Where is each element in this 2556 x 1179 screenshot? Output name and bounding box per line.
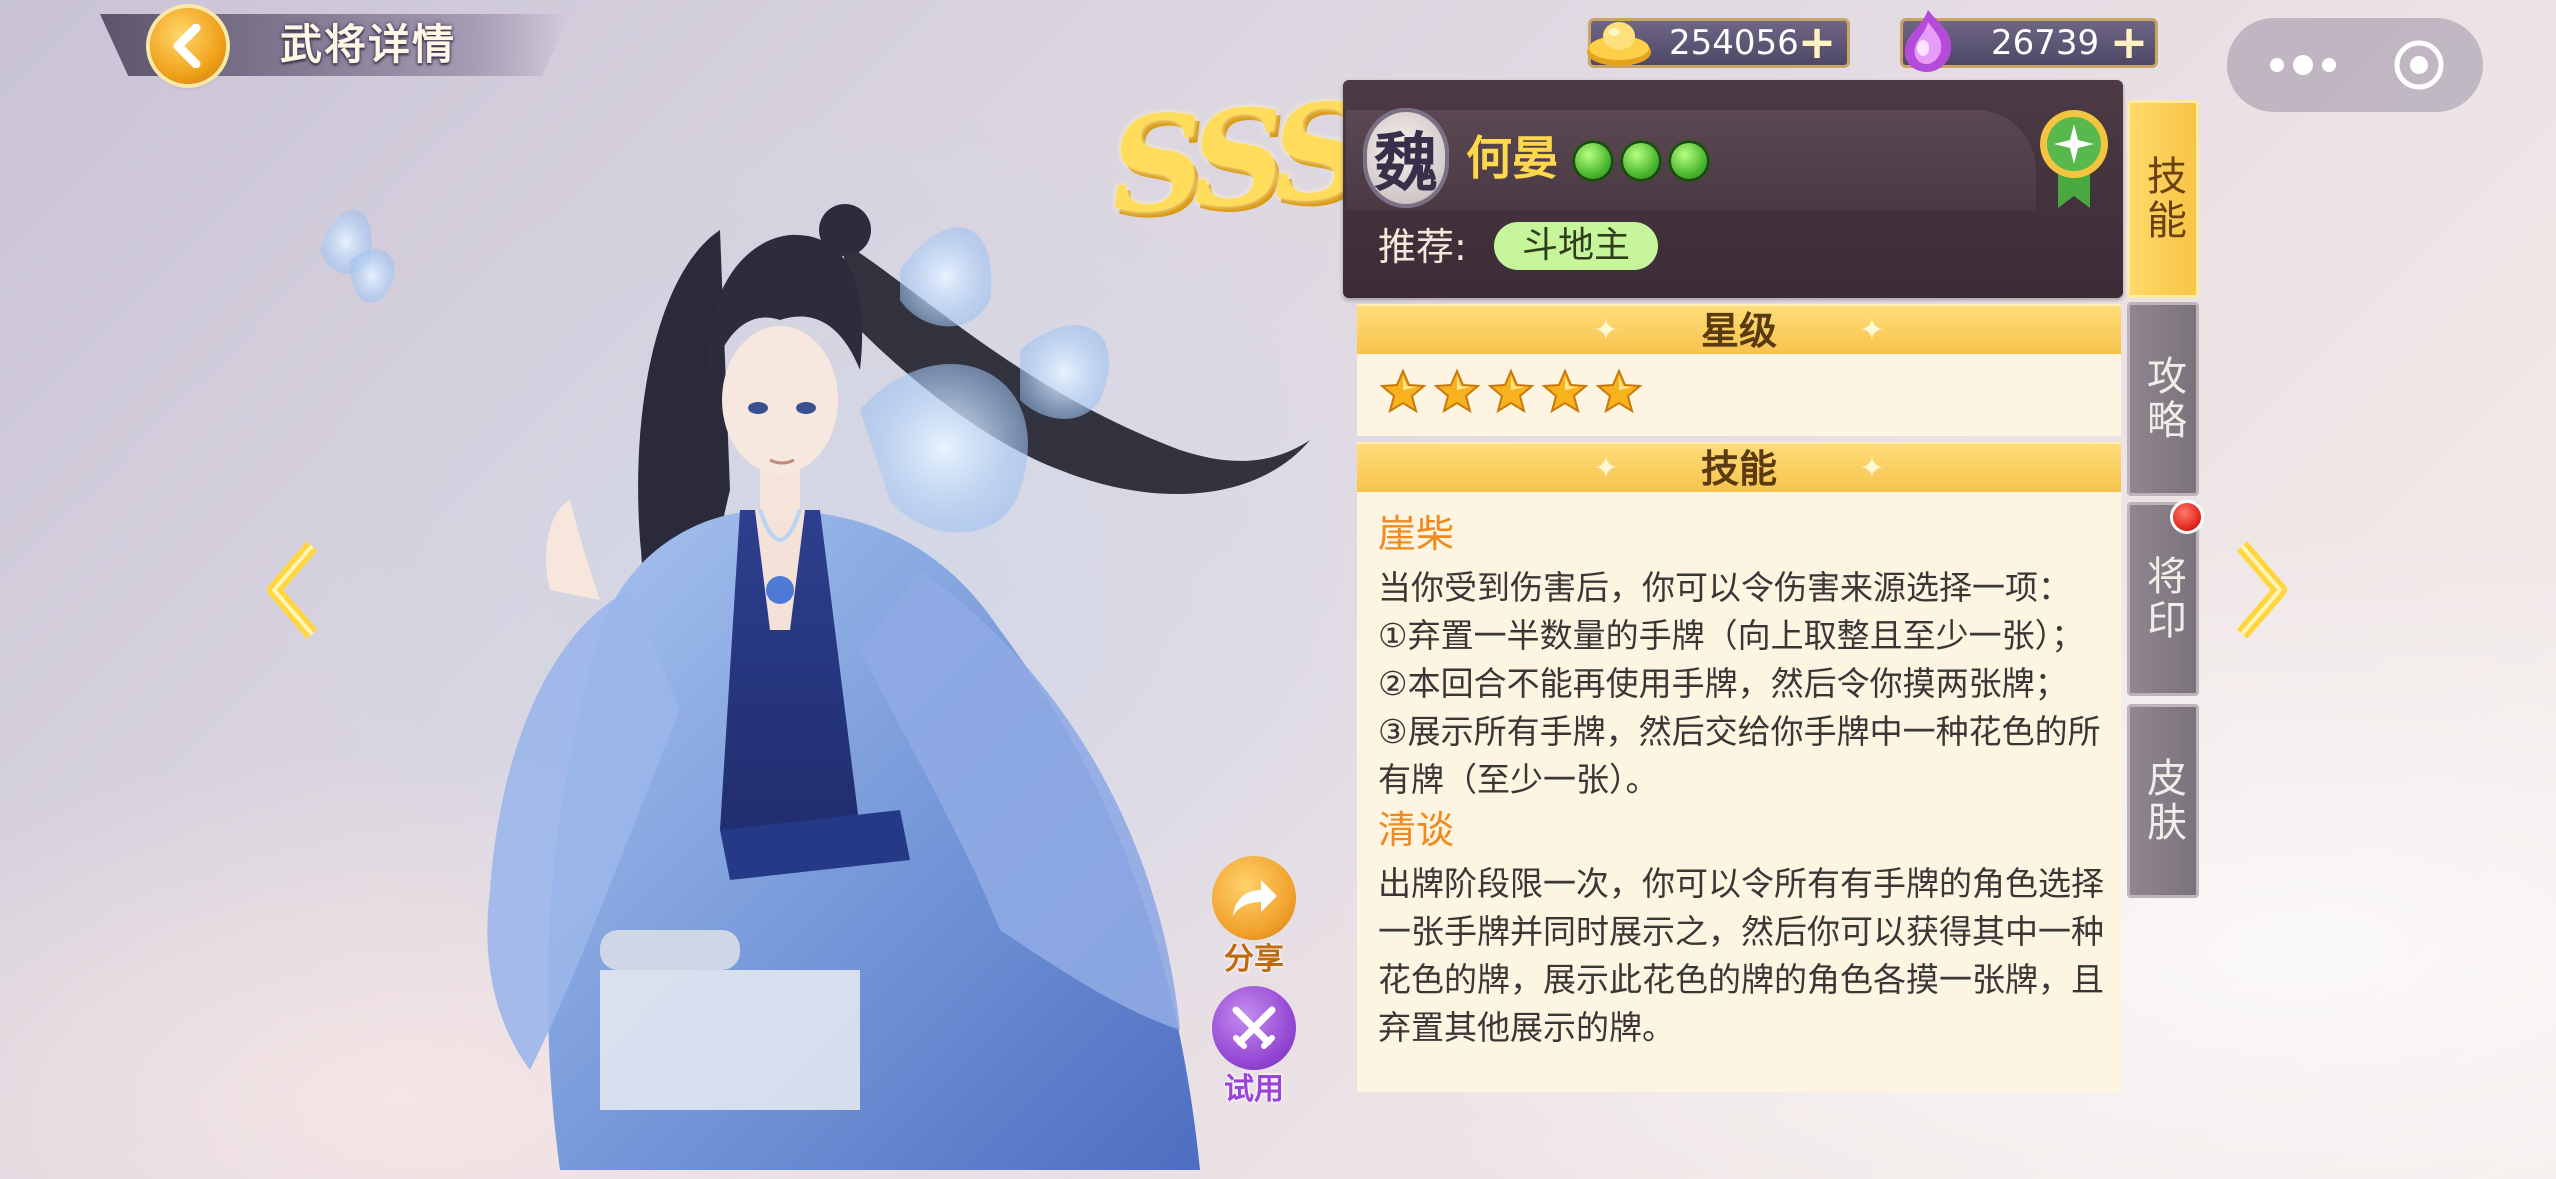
previous-hero-arrow-icon[interactable] <box>262 540 322 640</box>
tab-skills[interactable]: 技能 <box>2127 100 2199 298</box>
medal-icon[interactable] <box>2036 104 2112 214</box>
skill-description: 出牌阶段限一次，你可以令所有有手牌的角色选择 一张手牌并同时展示之，然后你可以获… <box>1378 864 2104 1047</box>
green-gem-icon <box>1572 140 1614 182</box>
kingdom-emblem-icon: 魏 <box>1363 108 1449 208</box>
green-gem-icon <box>1668 140 1710 182</box>
skill-section-header: ✦ 技能 ✦ <box>1357 442 2121 494</box>
sparkle-icon: ✦ <box>1593 451 1619 486</box>
sparkle-icon: ✦ <box>1593 313 1619 348</box>
add-gem-button[interactable]: + <box>2109 19 2149 65</box>
star-section-title: 星级 <box>1700 309 1777 353</box>
recommend-label: 推荐: <box>1378 225 1467 269</box>
hero-name: 何晏 <box>1466 131 1558 185</box>
skill-name: 清谈 <box>1378 808 1455 852</box>
sparkle-icon: ✦ <box>1859 451 1885 486</box>
next-hero-arrow-icon[interactable] <box>2232 540 2292 640</box>
star-section-header: ✦ 星级 ✦ <box>1357 304 2121 356</box>
star-icon <box>1596 368 1642 414</box>
recommend-mode-badge: 斗地主 <box>1494 222 1659 270</box>
star-icon <box>1434 368 1480 414</box>
crossed-swords-icon <box>1212 986 1296 1070</box>
try-button[interactable]: 试用 <box>1206 986 1302 1108</box>
star-rating <box>1380 368 1642 414</box>
share-label: 分享 <box>1224 942 1284 977</box>
back-button[interactable] <box>150 8 226 84</box>
green-gem-icon <box>1620 140 1662 182</box>
purple-gem-icon <box>1904 10 1952 72</box>
gold-ingot-icon <box>1587 22 1651 66</box>
share-arrow-icon <box>1212 856 1296 940</box>
skill-section-title: 技能 <box>1700 447 1777 491</box>
chevron-left-icon <box>173 24 201 68</box>
close-target-icon[interactable] <box>2386 36 2452 94</box>
gem-amount: 26739 <box>1991 23 2100 63</box>
page-title: 武将详情 <box>280 20 457 69</box>
skill-name: 崖柴 <box>1378 512 1455 556</box>
star-icon <box>1542 368 1588 414</box>
tab-guide[interactable]: 攻略 <box>2127 302 2199 496</box>
rank-badge: SSS <box>1104 73 1361 244</box>
notification-dot <box>2170 500 2204 534</box>
share-button[interactable]: 分享 <box>1206 856 1302 978</box>
tab-skins[interactable]: 皮肤 <box>2127 704 2199 898</box>
more-dots-icon[interactable] <box>2253 36 2353 94</box>
hero-rating-gems <box>1572 140 1710 184</box>
gold-amount: 254056 <box>1669 23 1799 63</box>
star-icon <box>1380 368 1426 414</box>
add-gold-button[interactable]: + <box>1797 19 1837 65</box>
skill-description: 当你受到伤害后，你可以令伤害来源选择一项： ①弃置一半数量的手牌（向上取整且至少… <box>1378 568 2101 799</box>
sparkle-icon: ✦ <box>1859 313 1885 348</box>
star-icon <box>1488 368 1534 414</box>
try-label: 试用 <box>1224 1072 1284 1107</box>
